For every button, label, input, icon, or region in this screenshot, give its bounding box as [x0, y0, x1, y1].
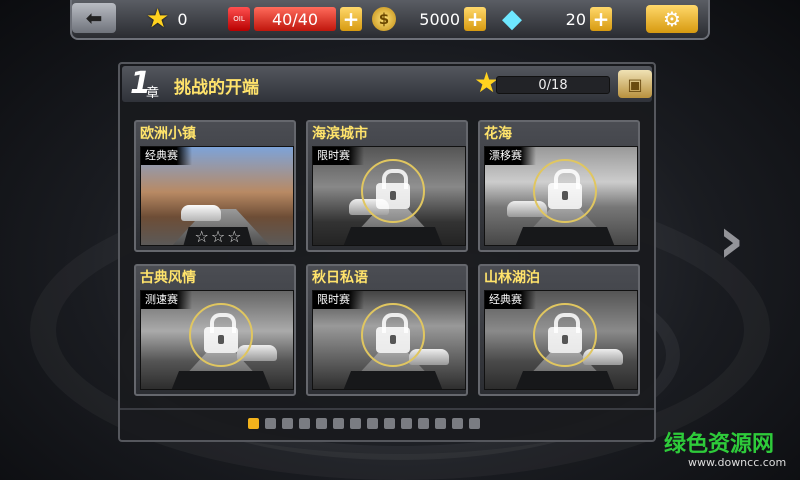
track-name: 古典风情: [140, 270, 196, 286]
coin-icon: $: [372, 7, 396, 31]
watermark-text: 绿色资源网: [664, 432, 775, 457]
fuel-can-icon: OIL: [228, 7, 250, 31]
lock-icon: [533, 159, 597, 223]
track-card-1[interactable]: 欧洲小镇 经典赛 ☆☆☆: [134, 120, 296, 252]
lock-icon: [361, 303, 425, 367]
page-dot-4[interactable]: [299, 418, 310, 429]
back-button[interactable]: ⬅: [72, 3, 116, 33]
page-dot-14[interactable]: [469, 418, 480, 429]
track-card-2[interactable]: 海滨城市 限时赛: [306, 120, 468, 252]
add-fuel-button[interactable]: +: [340, 7, 362, 31]
page-indicator: [248, 418, 480, 429]
track-name: 花海: [484, 126, 512, 142]
page-dot-5[interactable]: [316, 418, 327, 429]
page-dot-10[interactable]: [401, 418, 412, 429]
track-name: 海滨城市: [312, 126, 368, 142]
star-rating: ☆☆☆: [194, 227, 244, 246]
track-card-5[interactable]: 秋日私语 限时赛: [306, 264, 468, 396]
fuel-value: 40/40: [254, 7, 336, 31]
race-mode-tag: 经典赛: [485, 291, 536, 309]
page-dot-12[interactable]: [435, 418, 446, 429]
track-thumbnail: 经典赛: [484, 290, 638, 390]
star-icon: ★: [146, 4, 170, 34]
track-card-6[interactable]: 山林湖泊 经典赛: [478, 264, 640, 396]
lock-icon: [189, 303, 253, 367]
watermark-url: www.downcc.com: [688, 456, 787, 469]
chapter-header: 1 章 挑战的开端 ★ 0/18 ▣: [122, 66, 652, 102]
coin-count: 5000: [419, 9, 460, 29]
chapter-star-progress: 0/18: [496, 76, 610, 94]
page-dot-13[interactable]: [452, 418, 463, 429]
lock-icon: [533, 303, 597, 367]
track-thumbnail: 测速赛: [140, 290, 294, 390]
chapter-title: 挑战的开端: [174, 78, 259, 98]
add-coins-button[interactable]: +: [464, 7, 486, 31]
page-dot-8[interactable]: [367, 418, 378, 429]
chapter-unit: 章: [146, 86, 160, 101]
page-dot-3[interactable]: [282, 418, 293, 429]
diamond-icon: ◆: [502, 4, 522, 34]
star-counter: ★ 0: [146, 4, 188, 34]
panel-divider: [120, 408, 654, 410]
track-thumbnail: 漂移赛: [484, 146, 638, 246]
diamond-count: 20: [565, 9, 586, 29]
settings-button[interactable]: ⚙: [646, 5, 698, 33]
track-name: 山林湖泊: [484, 270, 540, 286]
page-dot-2[interactable]: [265, 418, 276, 429]
race-mode-tag: 限时赛: [313, 147, 364, 165]
page-dot-9[interactable]: [384, 418, 395, 429]
track-name: 欧洲小镇: [140, 126, 196, 142]
chapter-panel: 1 章 挑战的开端 ★ 0/18 ▣ 欧洲小镇 经典赛 ☆☆☆ 海滨城市 限时赛…: [118, 62, 656, 442]
page-dot-7[interactable]: [350, 418, 361, 429]
diamond-counter: ◆ 20 +: [502, 4, 612, 34]
race-mode-tag: 经典赛: [141, 147, 192, 165]
next-chapter-arrow-icon[interactable]: ›: [718, 208, 764, 274]
fuel-counter: OIL 40/40 +: [228, 4, 362, 34]
gear-icon: ⚙: [663, 7, 681, 31]
track-card-3[interactable]: 花海 漂移赛: [478, 120, 640, 252]
lock-icon: [361, 159, 425, 223]
page-dot-11[interactable]: [418, 418, 429, 429]
race-mode-tag: 漂移赛: [485, 147, 536, 165]
car-icon: [181, 205, 221, 221]
add-diamonds-button[interactable]: +: [590, 7, 612, 31]
track-thumbnail: 限时赛: [312, 146, 466, 246]
treasure-chest-icon[interactable]: ▣: [618, 70, 652, 98]
star-count: 0: [177, 9, 188, 29]
coin-counter: $ 5000 +: [372, 4, 486, 34]
page-dot-1[interactable]: [248, 418, 259, 429]
page-dot-6[interactable]: [333, 418, 344, 429]
race-mode-tag: 限时赛: [313, 291, 364, 309]
track-thumbnail: 限时赛: [312, 290, 466, 390]
track-name: 秋日私语: [312, 270, 368, 286]
track-thumbnail: 经典赛 ☆☆☆: [140, 146, 294, 246]
track-card-4[interactable]: 古典风情 测速赛: [134, 264, 296, 396]
arrow-left-icon: ⬅: [85, 6, 103, 30]
race-mode-tag: 测速赛: [141, 291, 192, 309]
